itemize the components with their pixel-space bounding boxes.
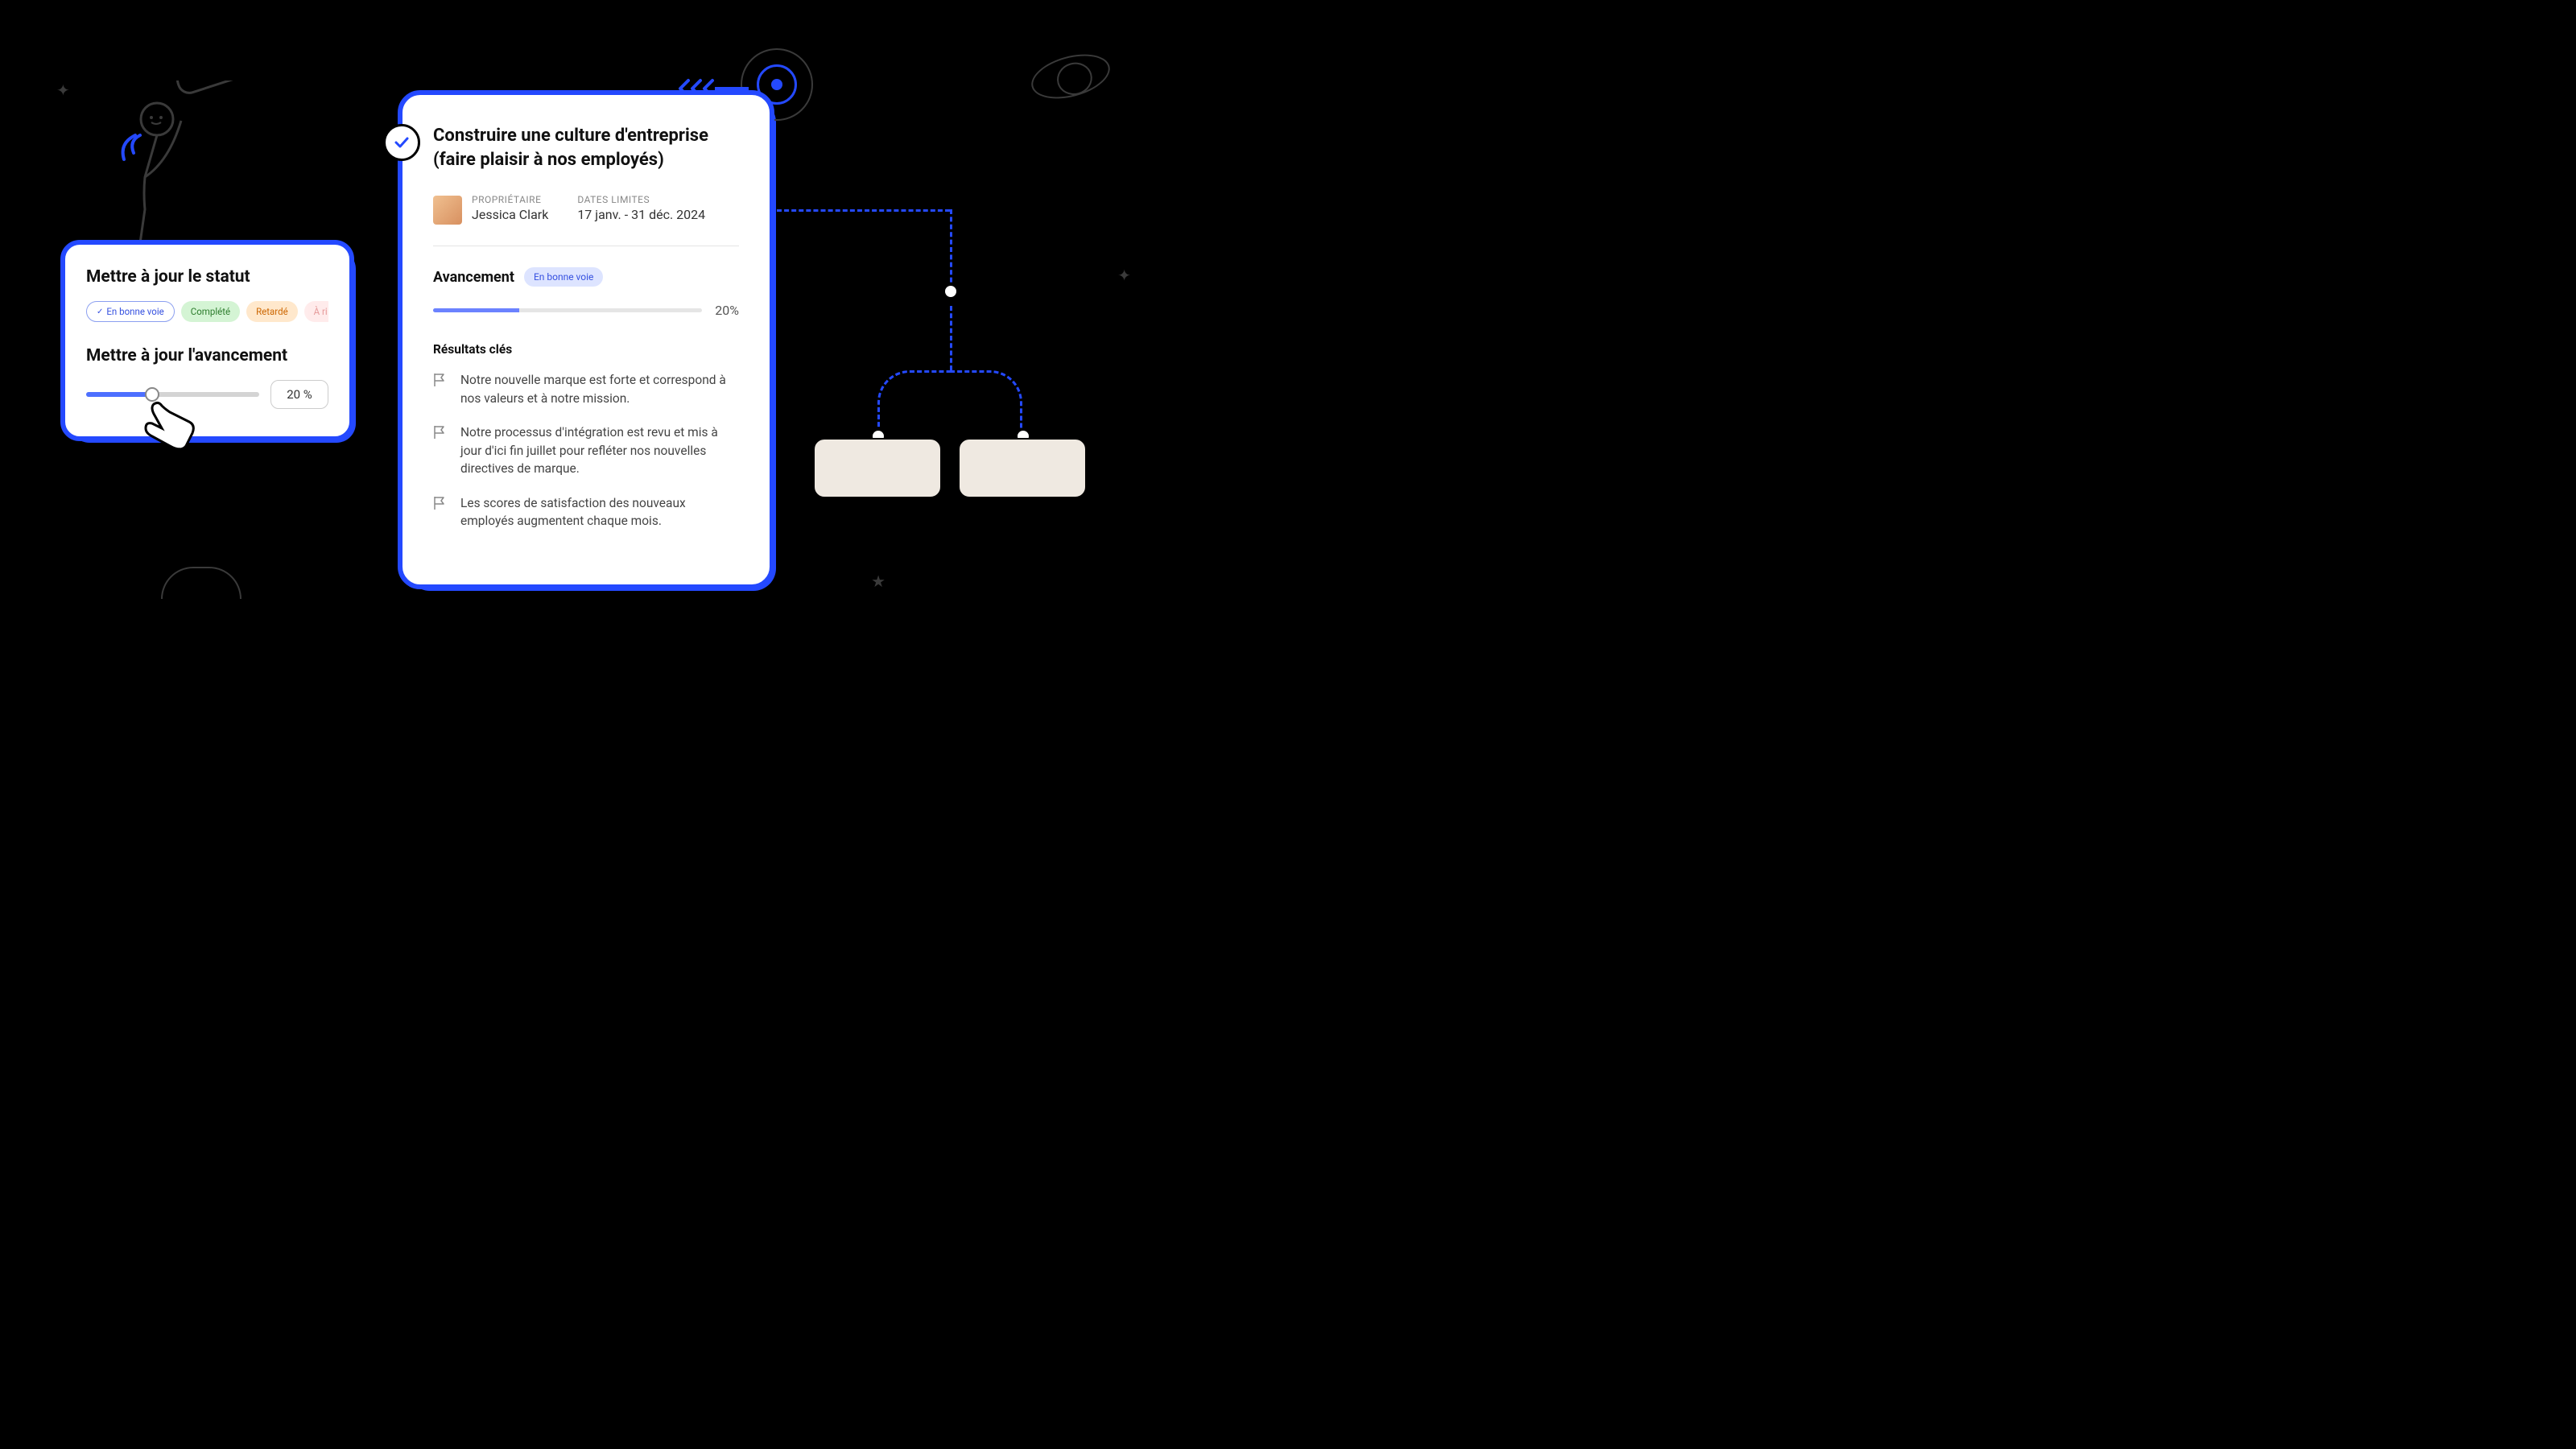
owner-name: Jessica Clark bbox=[472, 207, 548, 222]
flag-icon bbox=[433, 425, 446, 443]
tree-node-card bbox=[813, 438, 942, 498]
planet-icon bbox=[1026, 47, 1115, 106]
star-icon: ✦ bbox=[1117, 266, 1131, 285]
key-result-text: Notre nouvelle marque est forte et corre… bbox=[460, 371, 739, 407]
status-heading: Mettre à jour le statut bbox=[86, 267, 328, 287]
objective-title: Construire une culture d'entreprise (fai… bbox=[433, 124, 739, 171]
status-update-panel: Mettre à jour le statut En bonne voie Co… bbox=[60, 240, 354, 441]
progress-bar bbox=[433, 308, 702, 312]
flag-icon bbox=[433, 373, 446, 390]
key-result-item: Les scores de satisfaction des nouveaux … bbox=[433, 494, 739, 530]
owner-label: PROPRIÉTAIRE bbox=[472, 194, 548, 205]
cloud-icon bbox=[161, 567, 242, 599]
key-result-item: Notre nouvelle marque est forte et corre… bbox=[433, 371, 739, 407]
status-pill-ontrack[interactable]: En bonne voie bbox=[86, 301, 175, 322]
status-pill-group: En bonne voie Complété Retardé À ri bbox=[86, 301, 328, 322]
status-badge: En bonne voie bbox=[524, 267, 603, 287]
key-result-text: Les scores de satisfaction des nouveaux … bbox=[460, 494, 739, 530]
flag-icon bbox=[433, 496, 446, 514]
star-icon: ✦ bbox=[56, 80, 70, 100]
key-result-text: Notre processus d'intégration est revu e… bbox=[460, 423, 739, 477]
objective-card: Construire une culture d'entreprise (fai… bbox=[398, 90, 774, 589]
progress-percent: 20% bbox=[715, 303, 739, 318]
progress-heading: Mettre à jour l'avancement bbox=[86, 346, 328, 365]
dates-value: 17 janv. - 31 déc. 2024 bbox=[577, 207, 705, 222]
check-badge-icon bbox=[383, 124, 420, 161]
status-pill-risk[interactable]: À ri bbox=[304, 301, 328, 322]
status-pill-late[interactable]: Retardé bbox=[246, 301, 298, 322]
status-pill-complete[interactable]: Complété bbox=[181, 301, 240, 322]
avatar bbox=[433, 196, 462, 225]
progress-slider[interactable] bbox=[86, 392, 259, 397]
hand-cursor-illustration bbox=[138, 398, 210, 481]
tree-diagram bbox=[777, 209, 1099, 531]
progress-input[interactable]: 20 % bbox=[270, 380, 328, 409]
dates-label: DATES LIMITES bbox=[577, 194, 705, 205]
key-results-heading: Résultats clés bbox=[433, 342, 739, 357]
progress-section-heading: Avancement bbox=[433, 269, 514, 286]
key-result-item: Notre processus d'intégration est revu e… bbox=[433, 423, 739, 477]
star-icon: ★ bbox=[871, 572, 886, 591]
tree-node-card bbox=[958, 438, 1087, 498]
